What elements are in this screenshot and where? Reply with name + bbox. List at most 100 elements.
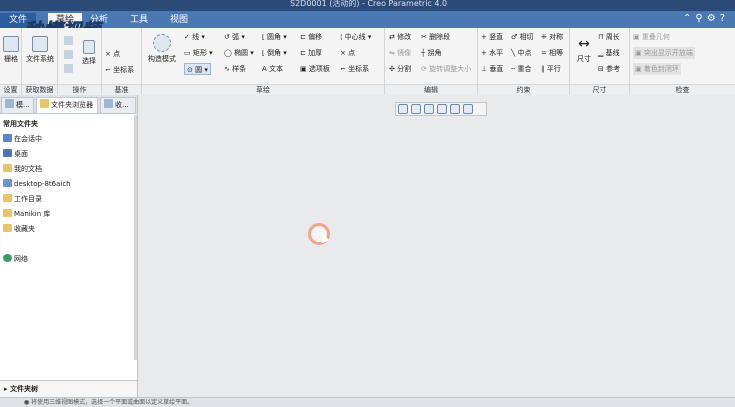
offset-button[interactable]: ⊏ 偏移 bbox=[300, 31, 322, 43]
palette-button[interactable]: ▣ 选项板 bbox=[300, 63, 330, 75]
folder-item-documents[interactable]: 我的文档 bbox=[0, 162, 137, 177]
select-label: 选择 bbox=[82, 57, 96, 65]
zoom-out-icon[interactable] bbox=[424, 104, 434, 114]
group-operations: 选择 操作 bbox=[58, 28, 102, 95]
folder-item-working-directory[interactable]: 工作目录 bbox=[0, 192, 137, 207]
graphics-toolbar bbox=[395, 102, 487, 116]
copy-icon[interactable] bbox=[64, 50, 75, 62]
sketch-point-button[interactable]: × 点 bbox=[340, 47, 355, 59]
group-get-data-label: 获取数据 bbox=[22, 84, 57, 95]
status-bar: ● 将使用三维视图模式，选择一个平面或曲面以定义草绘平面。 bbox=[0, 397, 735, 407]
folder-icon bbox=[32, 36, 48, 52]
rotate-resize-button[interactable]: ⟳ 旋转调整大小 bbox=[421, 63, 471, 75]
highlight-open-ends-button[interactable]: ▣ 突出显示开放端 bbox=[633, 47, 695, 59]
group-get-data: 文件系统 获取数据 bbox=[22, 28, 58, 95]
centerline-button[interactable]: ¦ 中心线 ▾ bbox=[340, 31, 371, 43]
divide-button[interactable]: ✣ 分割 bbox=[389, 63, 411, 75]
corner-button[interactable]: ┼ 拐角 bbox=[421, 47, 441, 59]
tangent-constraint[interactable]: ♂ 相切 bbox=[511, 31, 534, 43]
folder-item-desktop[interactable]: 桌面 bbox=[0, 147, 137, 162]
tab-folder-browser[interactable]: 文件夹浏览器 bbox=[36, 97, 98, 113]
group-settings: 栅格 设置 bbox=[0, 28, 22, 95]
equal-constraint[interactable]: = 相等 bbox=[541, 47, 563, 59]
folder-item-computer[interactable]: desktop-8t6aich bbox=[0, 177, 137, 192]
datum-csys-button[interactable]: ⌐ 坐标系 bbox=[105, 64, 134, 76]
text-button[interactable]: A 文本 bbox=[262, 63, 283, 75]
repaint-icon[interactable] bbox=[437, 104, 447, 114]
spline-button[interactable]: ∿ 样条 bbox=[224, 63, 246, 75]
modify-button[interactable]: ⇄ 修改 bbox=[389, 31, 411, 43]
arc-button[interactable]: ↺ 弧 ▾ bbox=[224, 31, 245, 43]
sketch-csys-button[interactable]: ⌐ 坐标系 bbox=[340, 63, 369, 75]
folder-item-network[interactable]: 网络 bbox=[0, 252, 137, 267]
top-right-controls[interactable]: ⌃⚲⚙? bbox=[683, 13, 729, 24]
tab-favorites[interactable]: 收... bbox=[100, 97, 136, 113]
reference-button[interactable]: ⊟ 参考 bbox=[598, 63, 620, 75]
folder-item-manikin[interactable]: Manikin 库 bbox=[0, 207, 137, 222]
thicken-button[interactable]: ⊏ 加厚 bbox=[300, 47, 322, 59]
common-folders-heading: 常用文件夹 bbox=[3, 120, 38, 128]
select-arrow-icon bbox=[83, 40, 95, 54]
refit-icon[interactable] bbox=[398, 104, 408, 114]
file-system-label: 文件系统 bbox=[26, 55, 54, 63]
window-title: S2D0001 (活动的) - Creo Parametric 4.0 bbox=[290, 0, 448, 8]
rectangle-button[interactable]: ▭ 矩形 ▾ bbox=[184, 47, 213, 59]
parallel-constraint[interactable]: ∥ 平行 bbox=[541, 63, 561, 75]
group-inspect: ▣ 重叠几何 ▣ 突出显示开放端 ▣ 着色封闭环 检查 bbox=[630, 28, 735, 95]
group-constrain: + 竖直 + 水平 ⊥ 垂直 ♂ 相切 ╲ 中点 ╌ 重合 ⁜ 对称 = 相等 … bbox=[478, 28, 570, 95]
graphics-area[interactable] bbox=[139, 95, 735, 397]
zoom-in-icon[interactable] bbox=[411, 104, 421, 114]
select-button[interactable]: 选择 bbox=[78, 40, 100, 66]
group-sketch-label: 草绘 bbox=[142, 84, 384, 95]
perimeter-button[interactable]: ⊓ 周长 bbox=[598, 31, 620, 43]
documents-icon bbox=[3, 164, 12, 172]
group-datum: × 点 ⌐ 坐标系 基准 bbox=[102, 28, 142, 95]
sketcher-display-icon[interactable] bbox=[463, 104, 473, 114]
group-constrain-label: 约束 bbox=[478, 84, 569, 95]
group-datum-label: 基准 bbox=[102, 84, 141, 95]
group-operations-label: 操作 bbox=[58, 84, 101, 95]
construction-mode-button[interactable]: 构造模式 bbox=[144, 34, 180, 64]
display-style-icon[interactable] bbox=[450, 104, 460, 114]
manikin-folder-icon bbox=[3, 209, 12, 217]
symmetric-constraint[interactable]: ⁜ 对称 bbox=[541, 31, 563, 43]
folder-tree-toggle[interactable]: ▸ 文件夹树 bbox=[0, 380, 137, 397]
paste-icon[interactable] bbox=[64, 64, 75, 76]
ellipse-button[interactable]: ◯ 椭圆 ▾ bbox=[224, 47, 254, 59]
construction-label: 构造模式 bbox=[148, 55, 176, 63]
shade-closed-loops-button[interactable]: ▣ 着色封闭环 bbox=[633, 63, 681, 75]
horizontal-constraint[interactable]: + 水平 bbox=[481, 47, 503, 59]
group-dimension-label: 尺寸 bbox=[570, 84, 629, 95]
cut-icon[interactable] bbox=[64, 36, 75, 48]
help-icon[interactable]: ? bbox=[720, 13, 729, 24]
midpoint-constraint[interactable]: ╲ 中点 bbox=[511, 47, 531, 59]
fillet-button[interactable]: ⌊ 圆角 ▾ bbox=[262, 31, 287, 43]
folder-item-favorites[interactable]: 收藏夹 bbox=[0, 222, 137, 237]
grid-button[interactable]: 栅格 bbox=[1, 36, 21, 64]
computer-icon bbox=[3, 179, 12, 187]
datum-point-button[interactable]: × 点 bbox=[105, 48, 120, 60]
chamfer-button[interactable]: ⌊ 倒角 ▾ bbox=[262, 47, 287, 59]
folder-item-in-session[interactable]: 在会话中 bbox=[0, 132, 137, 147]
mirror-button[interactable]: ⇋ 镜像 bbox=[389, 47, 411, 59]
circle-button[interactable]: ⊙ 圆 ▾ bbox=[184, 63, 211, 75]
panel-scrollbar[interactable] bbox=[134, 115, 137, 360]
dimension-button[interactable]: ↔ 尺寸 bbox=[572, 34, 596, 64]
group-edit: ⇄ 修改 ⇋ 镜像 ✣ 分割 ✂ 删除段 ┼ 拐角 ⟳ 旋转调整大小 编辑 bbox=[385, 28, 478, 95]
delete-segment-button[interactable]: ✂ 删除段 bbox=[421, 31, 450, 43]
vertical-constraint[interactable]: + 竖直 bbox=[481, 31, 503, 43]
search-icon[interactable]: ⚲ bbox=[695, 13, 706, 24]
file-system-button[interactable]: 文件系统 bbox=[25, 36, 55, 64]
perpendicular-constraint[interactable]: ⊥ 垂直 bbox=[481, 63, 503, 75]
overlap-geometry-button[interactable]: ▣ 重叠几何 bbox=[633, 31, 670, 43]
coincident-constraint[interactable]: ╌ 重合 bbox=[511, 63, 531, 75]
group-edit-label: 编辑 bbox=[385, 84, 477, 95]
group-inspect-label: 检查 bbox=[630, 84, 735, 95]
tab-view[interactable]: 视图 bbox=[162, 13, 196, 28]
line-button[interactable]: ✓ 线 ▾ bbox=[184, 31, 205, 43]
navigator-tabs: 模... 文件夹浏览器 收... bbox=[0, 95, 137, 114]
tab-model-tree[interactable]: 模... bbox=[1, 97, 34, 113]
settings-icon[interactable]: ⚙ bbox=[707, 13, 720, 24]
baseline-button[interactable]: ▁ 基线 bbox=[598, 47, 620, 59]
minimize-ribbon-icon[interactable]: ⌃ bbox=[683, 13, 695, 24]
